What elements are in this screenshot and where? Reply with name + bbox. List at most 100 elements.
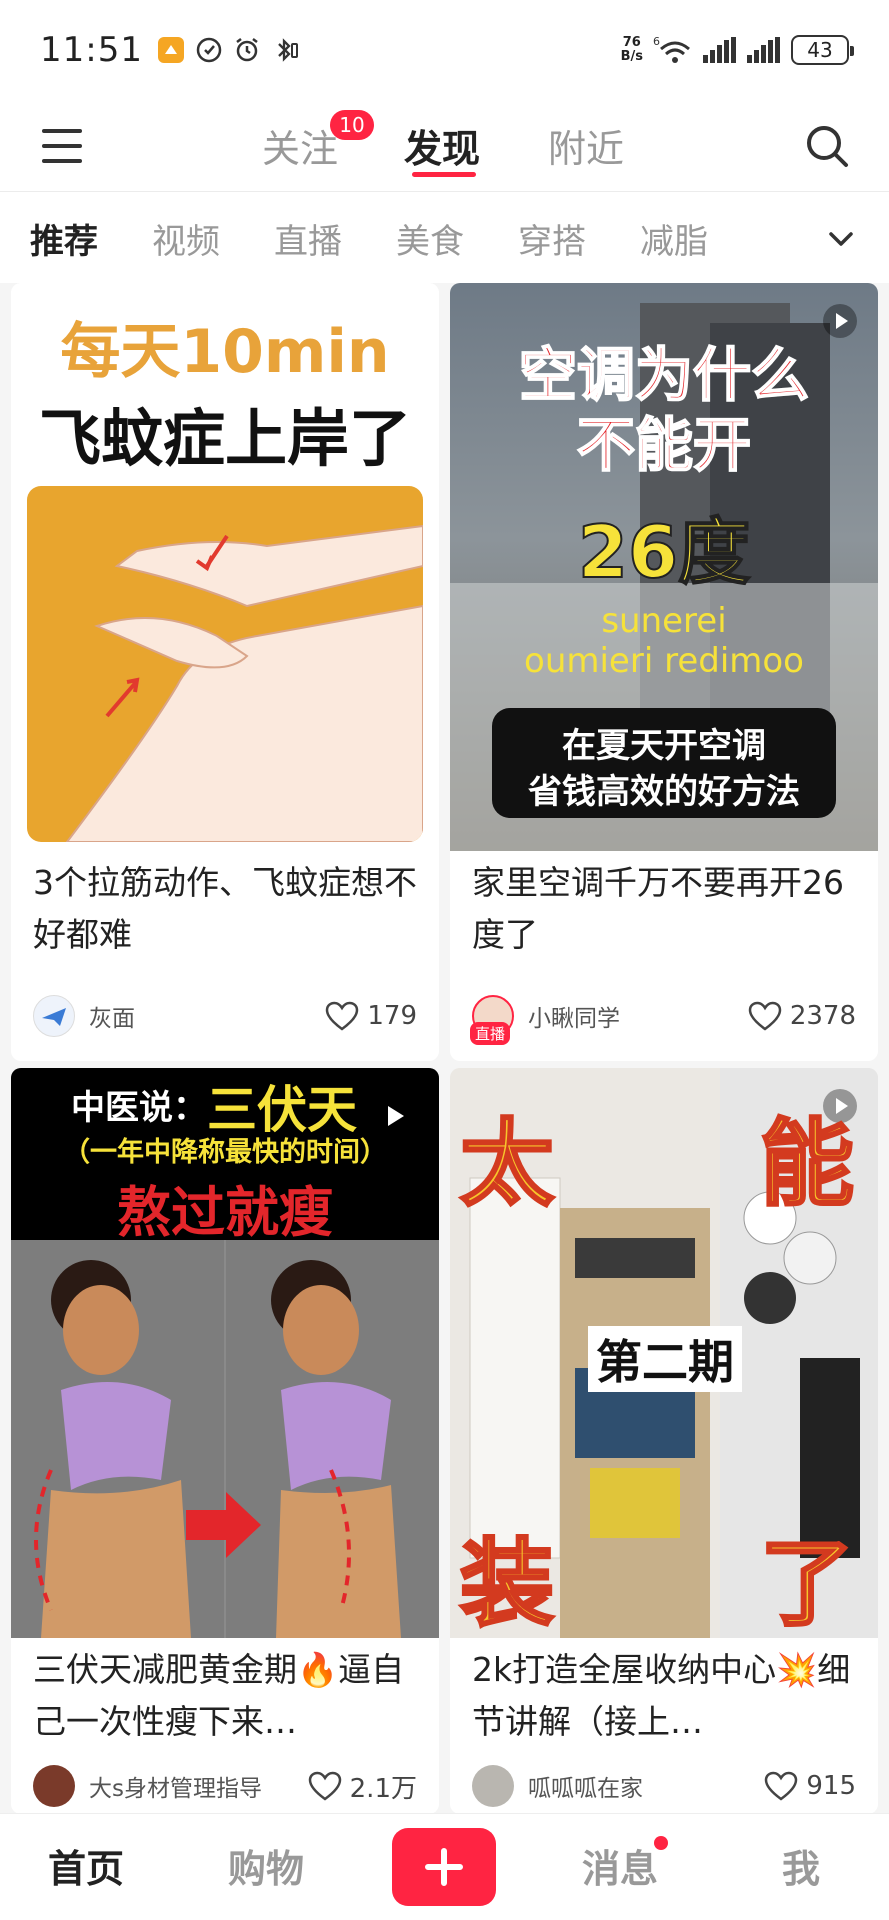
feed-card[interactable]: 中医说： 三伏天 （一年中降称最快的时间） 熬过就瘦 三伏天减肥黄金期🔥逼自己一… xyxy=(11,1068,439,1813)
like-button[interactable]: 2.1万 xyxy=(308,1768,417,1805)
cover-text: 26度 xyxy=(577,509,751,595)
wifi-icon: 6 xyxy=(653,35,693,64)
heart-icon xyxy=(308,1771,341,1801)
category-bar: 推荐 视频 直播 美食 穿搭 减脂 xyxy=(0,193,889,283)
category-recommend[interactable]: 推荐 xyxy=(30,214,98,263)
cover-text: 省钱高效的好方法 xyxy=(528,772,800,812)
net-speed-unit: B/s xyxy=(620,49,643,64)
chevron-down-icon xyxy=(829,232,853,246)
like-button[interactable]: 2378 xyxy=(748,1001,856,1031)
follow-badge: 10 xyxy=(330,110,374,140)
avatar[interactable] xyxy=(472,1765,514,1807)
like-button[interactable]: 915 xyxy=(764,1771,856,1801)
like-count: 2378 xyxy=(789,1001,856,1031)
cover-text: 每天10min xyxy=(60,317,390,387)
card-title[interactable]: 家里空调千万不要再开26度了 xyxy=(450,851,878,971)
card-cover-image[interactable]: 空调为什么 不能开 26度 sunerei oumieri redimoo 在夏… xyxy=(450,283,878,851)
card-title[interactable]: 3个拉筋动作、飞蚊症想不好都难 xyxy=(11,851,439,971)
tab-discover[interactable]: 发现 xyxy=(404,118,480,173)
create-post-button[interactable] xyxy=(392,1828,496,1906)
card-meta: 直播 小瞅同学 2378 xyxy=(450,971,878,1061)
cover-text: （一年中降称最快的时间） xyxy=(63,1137,387,1168)
cover-text: 飞蚊症上岸了 xyxy=(38,402,411,475)
card-meta: 大s身材管理指导 2.1万 xyxy=(11,1758,439,1813)
cover-illustration xyxy=(27,486,423,842)
battery-level: 43 xyxy=(807,38,833,62)
status-bar: 11:51 76 B/s 6 43 xyxy=(0,0,889,100)
menu-line xyxy=(42,129,82,133)
cover-text: 熬过就瘦 xyxy=(117,1181,333,1244)
cover-text: 不能开 xyxy=(576,410,752,480)
status-time: 11:51 xyxy=(40,30,143,70)
card-title[interactable]: 2k打造全屋收纳中心💥细节讲解（接上… xyxy=(450,1638,878,1758)
plus-icon xyxy=(425,1848,463,1886)
net-speed-value: 76 xyxy=(622,35,641,50)
cover-text: 太 xyxy=(458,1109,555,1221)
status-right: 76 B/s 6 43 xyxy=(620,35,854,65)
battery-indicator: 43 xyxy=(791,35,854,65)
heart-icon xyxy=(748,1001,782,1031)
author-name[interactable]: 大s身材管理指导 xyxy=(89,1769,308,1803)
live-tag: 直播 xyxy=(470,1022,511,1045)
card-cover-image[interactable]: 每天10min 飞蚊症上岸了 xyxy=(11,283,439,851)
heart-icon xyxy=(326,1001,359,1031)
avatar[interactable]: 直播 xyxy=(470,995,514,1045)
feed-card[interactable]: 每天10min 飞蚊症上岸了 3个拉筋动作、飞蚊症想不好都难 灰面 179 xyxy=(11,283,439,1061)
category-video[interactable]: 视频 xyxy=(152,214,220,263)
bluetooth-icon xyxy=(271,36,299,64)
menu-button[interactable] xyxy=(40,124,84,168)
nav-home[interactable]: 首页 xyxy=(48,1838,124,1893)
wifi-label: 6 xyxy=(653,35,660,48)
card-title[interactable]: 三伏天减肥黄金期🔥逼自己一次性瘦下来… xyxy=(11,1638,439,1758)
avatar[interactable] xyxy=(33,995,75,1037)
cover-text: 了 xyxy=(758,1529,855,1639)
category-outfit[interactable]: 穿搭 xyxy=(518,214,586,263)
signal-icon-2 xyxy=(747,36,781,64)
bottom-nav: 首页 购物 消息 我 xyxy=(0,1813,889,1920)
heart-icon xyxy=(765,1771,798,1801)
like-count: 179 xyxy=(367,1001,417,1031)
signal-icon-1 xyxy=(703,36,737,64)
nav-me[interactable]: 我 xyxy=(782,1838,820,1893)
tab-follow[interactable]: 关注 xyxy=(262,118,338,173)
sync-icon xyxy=(195,36,223,64)
category-live[interactable]: 直播 xyxy=(274,214,342,263)
author-name[interactable]: 小瞅同学 xyxy=(528,999,748,1033)
menu-line xyxy=(42,144,82,148)
search-button[interactable] xyxy=(803,122,851,170)
author-name[interactable]: 呱呱呱在家 xyxy=(528,1769,764,1803)
like-count: 915 xyxy=(806,1771,856,1801)
cover-text: 在夏天开空调 xyxy=(562,726,766,766)
avatar[interactable] xyxy=(33,1765,75,1807)
active-tab-indicator xyxy=(412,172,476,177)
feed: 每天10min 飞蚊症上岸了 3个拉筋动作、飞蚊症想不好都难 灰面 179 空调… xyxy=(0,283,889,1813)
card-meta: 呱呱呱在家 915 xyxy=(450,1758,878,1813)
tab-nearby[interactable]: 附近 xyxy=(548,118,624,173)
notification-icons xyxy=(157,36,299,64)
cover-text: oumieri redimoo xyxy=(524,641,804,681)
feed-card[interactable]: 太 能 第二期 装 了 2k打造全屋收纳中心💥细节讲解（接上… 呱呱呱在家 91… xyxy=(450,1068,878,1813)
author-name[interactable]: 灰面 xyxy=(89,999,325,1033)
video-play-icon xyxy=(388,1106,404,1126)
search-icon xyxy=(807,126,848,167)
cover-text: sunerei xyxy=(601,601,727,641)
category-fat-loss[interactable]: 减脂 xyxy=(640,214,708,263)
cover-text: 第二期 xyxy=(588,1326,742,1392)
category-food[interactable]: 美食 xyxy=(396,214,464,263)
category-expand-button[interactable] xyxy=(823,221,859,257)
cover-text: 装 xyxy=(458,1529,555,1639)
like-button[interactable]: 179 xyxy=(325,1001,417,1031)
cover-caption-box: 在夏天开空调 省钱高效的好方法 xyxy=(492,708,836,818)
app-notification-icon xyxy=(157,36,185,64)
feed-card[interactable]: 空调为什么 不能开 26度 sunerei oumieri redimoo 在夏… xyxy=(450,283,878,1061)
nav-shopping[interactable]: 购物 xyxy=(228,1838,304,1893)
card-meta: 灰面 179 xyxy=(11,971,439,1061)
top-nav: 关注 发现 附近 xyxy=(0,100,889,192)
alarm-icon xyxy=(233,36,261,64)
card-cover-image[interactable]: 中医说： 三伏天 （一年中降称最快的时间） 熬过就瘦 xyxy=(11,1068,439,1638)
like-count: 2.1万 xyxy=(349,1773,417,1804)
card-cover-image[interactable]: 太 能 第二期 装 了 xyxy=(450,1068,878,1638)
nav-messages[interactable]: 消息 xyxy=(582,1838,658,1893)
cover-text: 能 xyxy=(758,1109,855,1221)
menu-line xyxy=(42,159,82,163)
